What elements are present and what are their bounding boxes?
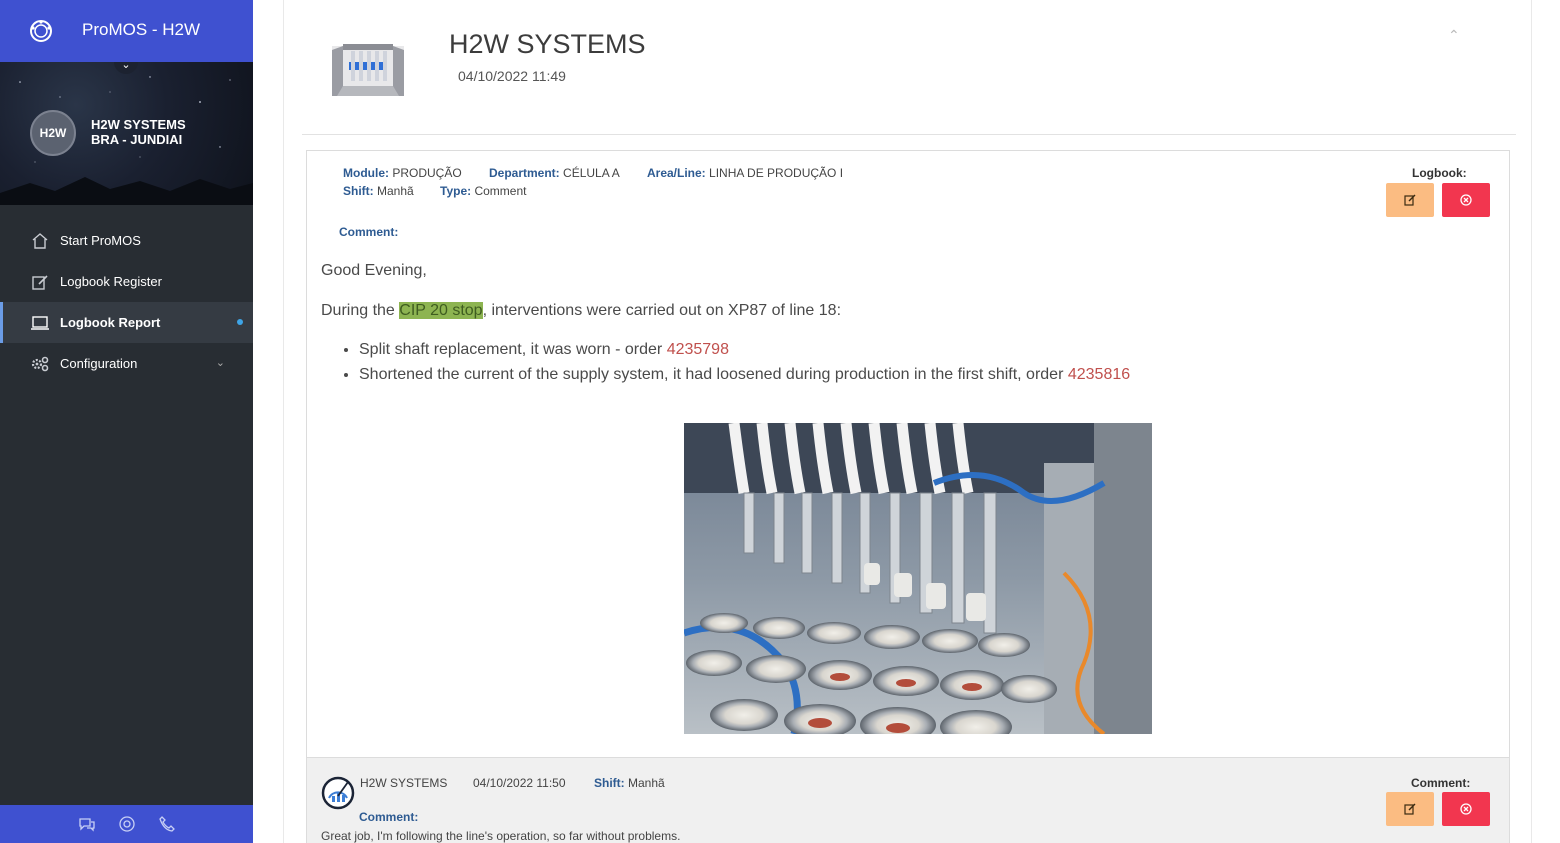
shift-field: Shift: Manhã	[343, 184, 414, 198]
active-indicator-dot	[237, 319, 243, 325]
comment-greeting: Good Evening,	[321, 262, 427, 279]
gauge-avatar-icon	[321, 776, 355, 810]
sidebar-item-label: Logbook Register	[60, 274, 162, 289]
reply-timestamp: 04/10/2022 11:50	[473, 776, 566, 790]
list-item-text: Split shaft replacement, it was worn - o…	[359, 341, 667, 358]
company-name-line1: H2W SYSTEMS	[91, 117, 186, 132]
filling-machine-photo[interactable]	[684, 423, 1152, 734]
sidebar-item-label: Start ProMOS	[60, 233, 141, 248]
cogs-icon	[30, 354, 50, 374]
sidebar: ProMOS - H2W ⌄ H2W H2W SYSTEMS BRA - JUN…	[0, 0, 253, 843]
comment-intro: During the CIP 20 stop, interventions we…	[321, 302, 841, 320]
plant-logo-icon	[332, 44, 404, 96]
reply-comment-label: Comment:	[359, 810, 419, 824]
logbook-entry-card: Module: PRODUÇÃO Department: CÉLULA A Ar…	[306, 150, 1510, 758]
company-name: H2W SYSTEMS BRA - JUNDIAI	[91, 117, 186, 147]
reply-shift-label: Shift:	[594, 776, 625, 790]
sidebar-item-label: Logbook Report	[60, 315, 161, 330]
type-field: Type: Comment	[440, 184, 526, 198]
list-item: Shortened the current of the supply syst…	[359, 366, 1130, 384]
module-value: PRODUÇÃO	[392, 166, 462, 180]
module-field: Module: PRODUÇÃO	[343, 166, 462, 180]
edit-icon	[1404, 803, 1416, 815]
module-label: Module:	[343, 166, 389, 180]
main-content: H2W SYSTEMS 04/10/2022 11:49 ⌃ Module: P…	[283, 0, 1532, 843]
area-value: LINHA DE PRODUÇÃO I	[709, 166, 844, 180]
entry-timestamp: 04/10/2022 11:49	[458, 68, 566, 84]
chevron-down-icon: ⌄	[215, 357, 225, 369]
mountain-silhouette	[0, 177, 253, 205]
edit-entry-button[interactable]	[1386, 183, 1434, 217]
area-field: Area/Line: LINHA DE PRODUÇÃO I	[647, 166, 843, 180]
sidebar-nav: Start ProMOS Logbook Register Logbook Re…	[0, 220, 253, 384]
shift-value: Manhã	[377, 184, 414, 198]
department-value: CÉLULA A	[563, 166, 620, 180]
delete-entry-button[interactable]	[1442, 183, 1490, 217]
area-label: Area/Line:	[647, 166, 706, 180]
edit-icon	[1404, 194, 1416, 206]
promos-logo-icon	[30, 20, 52, 42]
support-icon[interactable]	[118, 815, 136, 833]
reply-shift: Shift: Manhã	[594, 776, 665, 790]
phone-icon[interactable]	[158, 815, 176, 833]
company-name-line2: BRA - JUNDIAI	[91, 132, 183, 147]
list-item-text: Shortened the current of the supply syst…	[359, 366, 1068, 383]
comment-label: Comment:	[339, 225, 399, 239]
intervention-list: Split shaft replacement, it was worn - o…	[359, 341, 1130, 391]
order-number: 4235798	[666, 341, 729, 358]
type-value: Comment	[474, 184, 527, 198]
company-avatar[interactable]: H2W	[30, 110, 76, 156]
reply-author: H2W SYSTEMS	[360, 776, 448, 790]
app-title: ProMOS - H2W	[82, 20, 201, 39]
order-number: 4235816	[1067, 366, 1131, 383]
reply-actions-label: Comment:	[1411, 776, 1471, 790]
brand-bar: ProMOS - H2W	[0, 0, 253, 62]
edit-comment-button[interactable]	[1386, 792, 1434, 826]
logbook-actions-label: Logbook:	[1412, 166, 1467, 180]
sidebar-footer	[0, 805, 253, 843]
intro-text-start: During the	[321, 302, 400, 319]
collapse-chevron-up-icon[interactable]: ⌃	[1448, 27, 1460, 44]
header-divider	[302, 134, 1516, 135]
home-icon	[30, 231, 50, 251]
sidebar-item-configuration[interactable]: Configuration ⌄	[0, 343, 253, 384]
type-label: Type:	[440, 184, 472, 198]
reply-shift-value: Manhã	[628, 776, 665, 790]
department-label: Department:	[489, 166, 560, 180]
chat-icon[interactable]	[78, 815, 96, 833]
sidebar-item-label: Configuration	[60, 356, 138, 371]
reply-comment: H2W SYSTEMS 04/10/2022 11:50 Shift: Manh…	[306, 758, 1510, 843]
close-circle-icon	[1460, 194, 1472, 206]
profile-panel: ⌄ H2W H2W SYSTEMS BRA - JUNDIAI	[0, 62, 253, 205]
reply-comment-text: Great job, I'm following the line's oper…	[321, 829, 681, 843]
sidebar-item-logbook-register[interactable]: Logbook Register	[0, 261, 253, 302]
highlighted-text: CIP 20 stop	[399, 302, 483, 319]
list-item: Split shaft replacement, it was worn - o…	[359, 341, 1130, 359]
intro-text-end: , interventions were carried out on XP87…	[482, 302, 842, 319]
department-field: Department: CÉLULA A	[489, 166, 620, 180]
sidebar-item-start-promos[interactable]: Start ProMOS	[0, 220, 253, 261]
edit-icon	[30, 272, 50, 292]
shift-label: Shift:	[343, 184, 374, 198]
sidebar-item-logbook-report[interactable]: Logbook Report	[0, 302, 253, 343]
delete-comment-button[interactable]	[1442, 792, 1490, 826]
close-circle-icon	[1460, 803, 1472, 815]
page-title: H2W SYSTEMS	[449, 29, 646, 59]
laptop-icon	[30, 313, 50, 333]
